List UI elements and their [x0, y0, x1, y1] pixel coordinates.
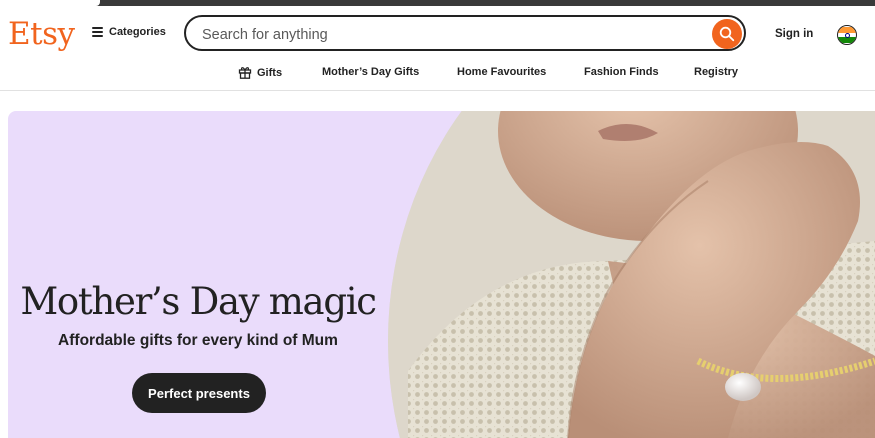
- nav-item-home-favourites[interactable]: Home Favourites: [457, 66, 546, 78]
- browser-tab[interactable]: [0, 0, 100, 6]
- search-icon: [719, 26, 735, 42]
- sign-in-link[interactable]: Sign in: [775, 28, 813, 40]
- hero-title: Mother’s Day magic: [20, 280, 377, 323]
- flag-chakra: [845, 33, 850, 38]
- header-divider: [0, 90, 875, 91]
- search-input[interactable]: [200, 23, 684, 47]
- hero-subtitle: Affordable gifts for every kind of Mum: [58, 332, 338, 349]
- categories-label: Categories: [109, 26, 166, 38]
- india-flag-icon[interactable]: [837, 25, 857, 45]
- perfect-presents-button[interactable]: Perfect presents: [132, 373, 266, 413]
- gift-icon: [238, 67, 252, 79]
- menu-icon: [92, 27, 103, 37]
- browser-top-bar: [0, 0, 875, 6]
- nav-item-gifts[interactable]: Gifts: [238, 66, 282, 79]
- search-bar[interactable]: [184, 15, 746, 51]
- search-button[interactable]: [712, 19, 742, 49]
- nav-item-registry[interactable]: Registry: [694, 66, 738, 78]
- nav-label-gifts: Gifts: [257, 66, 283, 79]
- nav-item-mothers-day-gifts[interactable]: Mother’s Day Gifts: [322, 66, 419, 78]
- categories-button[interactable]: Categories: [92, 26, 166, 38]
- category-nav: Gifts Mother’s Day Gifts Home Favourites…: [0, 64, 875, 84]
- etsy-logo[interactable]: Etsy: [8, 14, 75, 54]
- nav-item-fashion-finds[interactable]: Fashion Finds: [584, 66, 659, 78]
- hero-banner[interactable]: Mother’s Day magic Affordable gifts for …: [8, 111, 875, 438]
